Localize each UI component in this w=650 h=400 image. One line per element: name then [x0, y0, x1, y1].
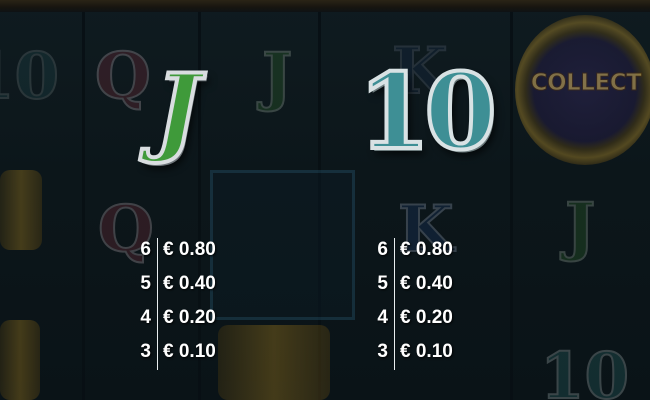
payout-row: 5 € 0.40: [135, 269, 275, 303]
ghost-symbol-q: Q: [94, 39, 152, 114]
payout-value: € 0.10: [400, 341, 453, 362]
payout-count: 6: [140, 239, 151, 260]
payout-count: 3: [377, 341, 388, 362]
payout-row: 4 € 0.20: [135, 303, 275, 337]
symbol-10-icon: 10: [356, 50, 499, 173]
ghost-symbol-j: J: [564, 189, 596, 264]
payout-count: 5: [140, 273, 151, 294]
payout-row: 5 € 0.40: [372, 269, 512, 303]
payout-value: € 0.20: [400, 307, 453, 328]
ghost-gold-symbol: [0, 320, 40, 400]
ghost-gold-symbol: [0, 170, 42, 250]
payout-value: € 0.20: [163, 307, 216, 328]
ghost-symbol-10: 10: [539, 339, 630, 400]
payout-value: € 0.80: [400, 239, 453, 260]
payout-count: 5: [377, 273, 388, 294]
payout-value: € 0.40: [163, 273, 216, 294]
payout-value: € 0.10: [163, 341, 216, 362]
payout-value: € 0.80: [163, 239, 216, 260]
payout-row: 3 € 0.10: [372, 337, 512, 371]
paytable-j: 6 € 0.80 5 € 0.40 4 € 0.20 3 € 0.10: [135, 235, 275, 371]
payout-count: 3: [140, 341, 151, 362]
ghost-symbol-j: J: [261, 39, 293, 114]
payout-row: 6 € 0.80: [372, 235, 512, 269]
symbol-j-icon: J: [153, 53, 202, 166]
payout-value: € 0.40: [400, 273, 453, 294]
payout-row: 4 € 0.20: [372, 303, 512, 337]
collect-label: COLLECT: [530, 70, 642, 97]
ghost-symbol-10: 10: [0, 39, 60, 114]
payout-row: 3 € 0.10: [135, 337, 275, 371]
payout-count: 4: [140, 307, 151, 328]
payout-count: 6: [377, 239, 388, 260]
payout-row: 6 € 0.80: [135, 235, 275, 269]
payout-count: 4: [377, 307, 388, 328]
paytable-10: 6 € 0.80 5 € 0.40 4 € 0.20 3 € 0.10: [372, 235, 512, 371]
